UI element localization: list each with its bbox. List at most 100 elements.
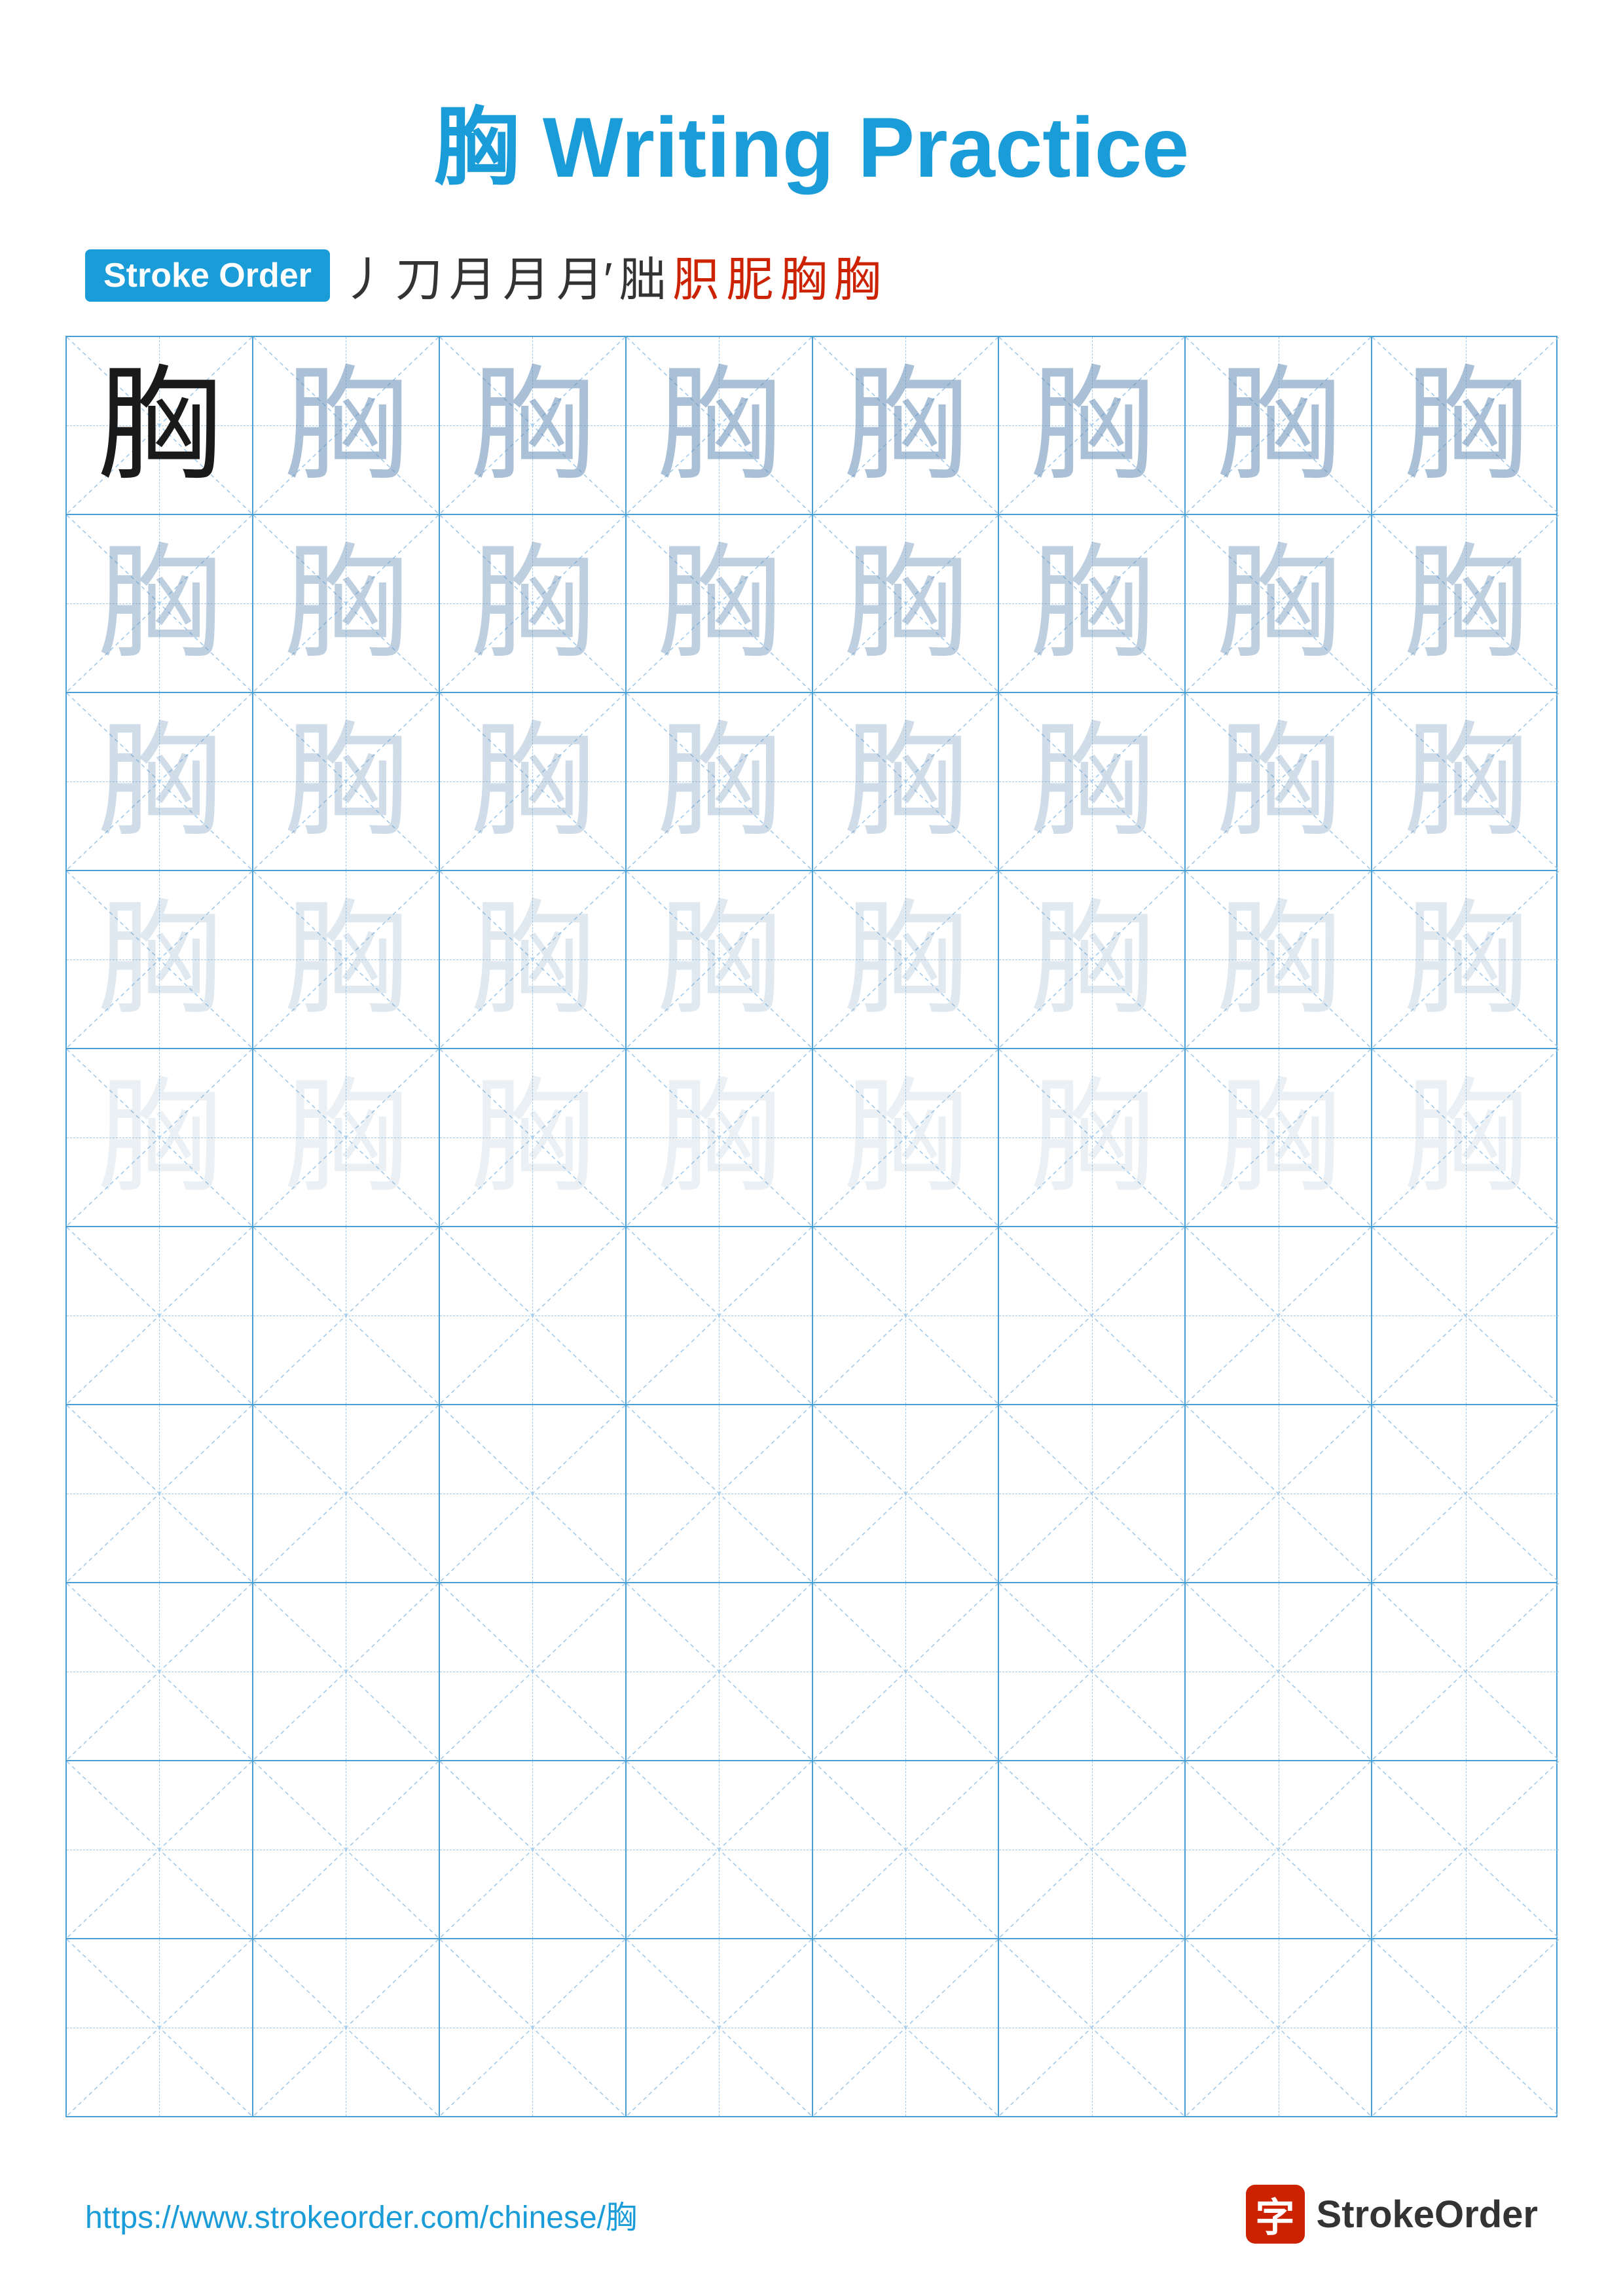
practice-char: 胸	[97, 1075, 221, 1200]
grid-cell[interactable]: 胸	[627, 515, 813, 692]
grid-cell[interactable]: 胸	[813, 515, 1000, 692]
grid-cell[interactable]: 胸	[253, 871, 440, 1048]
grid-cell[interactable]	[999, 1761, 1186, 1938]
grid-cell[interactable]: 胸	[67, 337, 253, 514]
grid-cell[interactable]	[999, 1939, 1186, 2116]
grid-cell[interactable]	[813, 1227, 1000, 1404]
grid-cell[interactable]: 胸	[1186, 693, 1372, 870]
grid-cell[interactable]	[67, 1761, 253, 1938]
practice-char: 胸	[470, 719, 594, 844]
grid-cell[interactable]	[999, 1405, 1186, 1582]
grid-cell[interactable]	[253, 1761, 440, 1938]
grid-cell[interactable]: 胸	[440, 515, 627, 692]
grid-row: 胸 胸 胸 胸 胸 胸 胸 胸	[67, 871, 1556, 1049]
grid-cell[interactable]: 胸	[440, 871, 627, 1048]
grid-cell[interactable]	[67, 1227, 253, 1404]
grid-cell[interactable]	[627, 1939, 813, 2116]
grid-cell[interactable]	[253, 1227, 440, 1404]
grid-cell[interactable]	[1186, 1939, 1372, 2116]
grid-cell[interactable]	[1186, 1227, 1372, 1404]
footer-url[interactable]: https://www.strokeorder.com/chinese/胸	[85, 2191, 637, 2237]
grid-cell[interactable]: 胸	[1372, 1049, 1559, 1226]
practice-char: 胸	[657, 363, 781, 488]
practice-char: 胸	[1030, 541, 1154, 666]
grid-cell[interactable]	[999, 1583, 1186, 1760]
grid-cell[interactable]	[440, 1761, 627, 1938]
grid-cell[interactable]	[813, 1583, 1000, 1760]
grid-cell[interactable]: 胸	[1186, 515, 1372, 692]
grid-cell[interactable]: 胸	[1372, 693, 1559, 870]
grid-cell[interactable]: 胸	[253, 515, 440, 692]
practice-char: 胸	[843, 363, 968, 488]
grid-cell[interactable]: 胸	[253, 693, 440, 870]
grid-cell[interactable]	[253, 1939, 440, 2116]
grid-cell[interactable]: 胸	[67, 1049, 253, 1226]
practice-char: 胸	[97, 719, 221, 844]
grid-cell[interactable]: 胸	[813, 337, 1000, 514]
grid-cell[interactable]: 胸	[813, 1049, 1000, 1226]
grid-cell[interactable]	[627, 1583, 813, 1760]
stroke-1: 丿	[342, 241, 389, 310]
grid-cell[interactable]	[253, 1583, 440, 1760]
grid-cell[interactable]	[1372, 1761, 1559, 1938]
grid-cell[interactable]	[1186, 1405, 1372, 1582]
grid-cell[interactable]: 胸	[999, 1049, 1186, 1226]
practice-char: 胸	[657, 719, 781, 844]
grid-cell[interactable]: 胸	[440, 337, 627, 514]
grid-cell[interactable]: 胸	[999, 515, 1186, 692]
grid-cell[interactable]	[813, 1939, 1000, 2116]
practice-char: 胸	[1030, 363, 1154, 488]
grid-cell[interactable]: 胸	[999, 337, 1186, 514]
grid-cell[interactable]	[440, 1405, 627, 1582]
grid-cell[interactable]: 胸	[253, 1049, 440, 1226]
grid-cell[interactable]	[999, 1227, 1186, 1404]
grid-cell[interactable]: 胸	[67, 693, 253, 870]
grid-cell[interactable]	[1372, 1583, 1559, 1760]
grid-cell[interactable]: 胸	[1372, 871, 1559, 1048]
grid-cell[interactable]	[440, 1939, 627, 2116]
grid-cell[interactable]: 胸	[627, 1049, 813, 1226]
grid-cell[interactable]: 胸	[1186, 871, 1372, 1048]
grid-cell[interactable]: 胸	[999, 871, 1186, 1048]
grid-cell[interactable]: 胸	[999, 693, 1186, 870]
grid-cell[interactable]	[627, 1761, 813, 1938]
grid-cell[interactable]: 胸	[253, 337, 440, 514]
grid-cell[interactable]: 胸	[1372, 515, 1559, 692]
grid-cell[interactable]	[67, 1939, 253, 2116]
grid-cell[interactable]: 胸	[627, 337, 813, 514]
grid-cell[interactable]: 胸	[67, 515, 253, 692]
practice-char: 胸	[1404, 1075, 1528, 1200]
grid-cell[interactable]: 胸	[813, 693, 1000, 870]
grid-row	[67, 1405, 1556, 1583]
grid-cell[interactable]: 胸	[1372, 337, 1559, 514]
title-char: 胸	[434, 99, 519, 195]
grid-cell[interactable]: 胸	[813, 871, 1000, 1048]
grid-cell[interactable]	[67, 1405, 253, 1582]
grid-cell[interactable]	[1372, 1227, 1559, 1404]
grid-cell[interactable]	[1186, 1583, 1372, 1760]
brand-icon: 字	[1246, 2185, 1305, 2244]
practice-char: 胸	[657, 541, 781, 666]
grid-cell[interactable]	[813, 1405, 1000, 1582]
grid-cell[interactable]	[67, 1583, 253, 1760]
grid-cell[interactable]	[440, 1227, 627, 1404]
grid-cell[interactable]	[1372, 1939, 1559, 2116]
grid-cell[interactable]: 胸	[1186, 1049, 1372, 1226]
stroke-chars: 丿 刀 月 月 月′ 胐 胑 胒 胸 胸	[342, 241, 881, 310]
grid-cell[interactable]: 胸	[440, 1049, 627, 1226]
grid-cell[interactable]	[813, 1761, 1000, 1938]
grid-cell[interactable]	[253, 1405, 440, 1582]
grid-row	[67, 1939, 1556, 2116]
grid-cell[interactable]	[627, 1405, 813, 1582]
grid-cell[interactable]	[440, 1583, 627, 1760]
grid-cell[interactable]: 胸	[440, 693, 627, 870]
grid-cell[interactable]	[1372, 1405, 1559, 1582]
grid-cell[interactable]: 胸	[1186, 337, 1372, 514]
stroke-order-badge[interactable]: Stroke Order	[85, 249, 330, 302]
grid-cell[interactable]: 胸	[627, 871, 813, 1048]
practice-char: 胸	[470, 897, 594, 1022]
grid-cell[interactable]: 胸	[67, 871, 253, 1048]
grid-cell[interactable]	[1186, 1761, 1372, 1938]
grid-cell[interactable]	[627, 1227, 813, 1404]
grid-cell[interactable]: 胸	[627, 693, 813, 870]
